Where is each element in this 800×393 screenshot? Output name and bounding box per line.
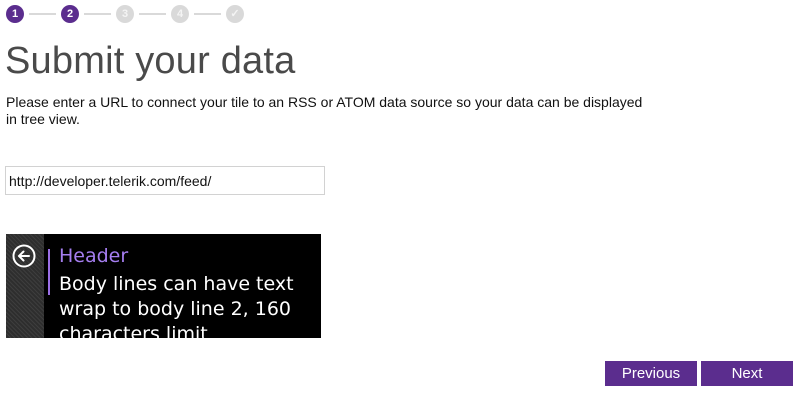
step-connector (139, 13, 166, 15)
tile-body-text: Body lines can have text wrap to body li… (59, 273, 294, 338)
tile-sidebar (6, 234, 44, 338)
step-1-indicator: 1 (6, 5, 24, 23)
step-3-indicator: 3 (116, 5, 134, 23)
step-connector (29, 13, 56, 15)
next-button[interactable]: Next (701, 361, 793, 386)
page-title: Submit your data (5, 40, 296, 82)
page-description: Please enter a URL to connect your tile … (6, 94, 643, 127)
step-2-indicator: 2 (61, 5, 79, 23)
tile-preview: Header Body lines can have text wrap to … (6, 234, 321, 338)
tile-accent-bar (48, 249, 50, 295)
step-finish-check-icon: ✓ (226, 5, 244, 23)
data-source-url-input[interactable] (5, 166, 325, 195)
progress-stepper: 1 2 3 4 ✓ (6, 5, 244, 23)
step-4-indicator: 4 (171, 5, 189, 23)
previous-button[interactable]: Previous (605, 361, 697, 386)
step-connector (194, 13, 221, 15)
step-connector (84, 13, 111, 15)
tile-header: Header (59, 245, 129, 267)
back-arrow-circle-icon (12, 244, 36, 268)
